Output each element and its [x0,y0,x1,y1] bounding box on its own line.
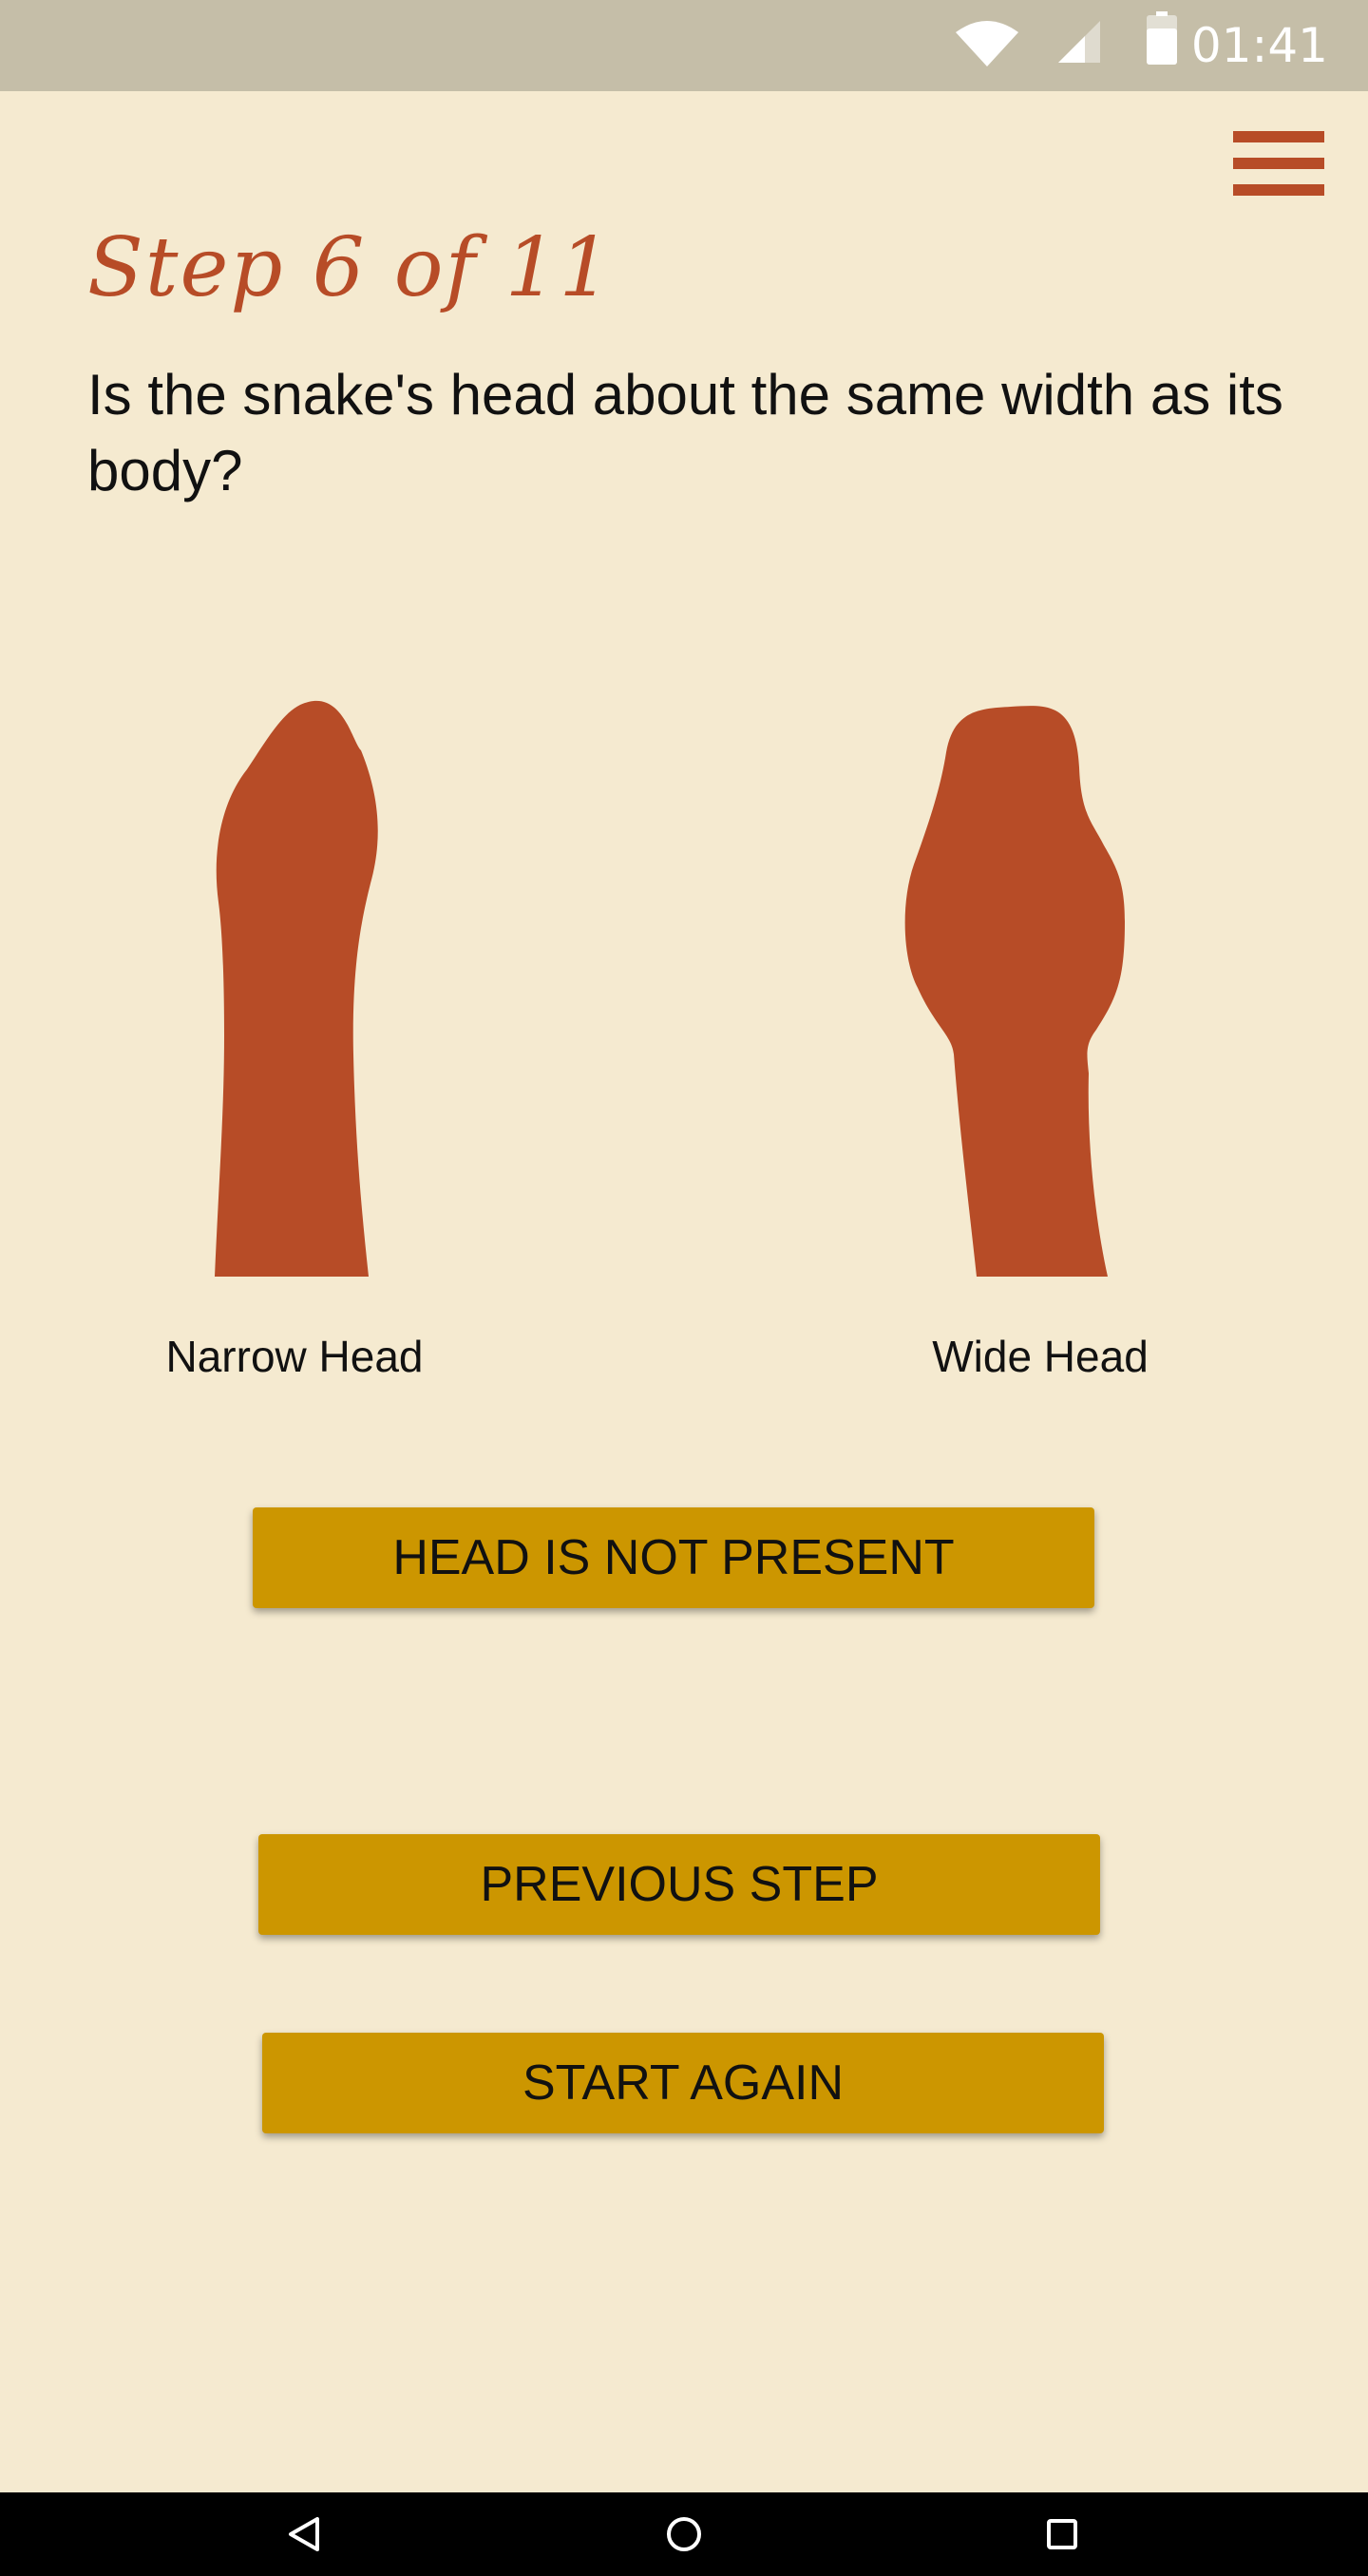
option-label: Wide Head [932,1332,1149,1381]
menu-line [1233,184,1324,196]
option-label: Narrow Head [165,1332,424,1381]
cell-signal-icon [1058,21,1100,63]
narrow-head-icon [215,700,378,1277]
menu-line [1233,158,1324,169]
question-text: Is the snake's head about the same width… [87,363,1283,502]
start-again-button[interactable]: START AGAIN [262,2033,1104,2133]
battery-icon [1147,11,1177,65]
option-wide-head[interactable]: Wide Head [893,693,1188,1387]
step-title: Step 6 of 11 [87,220,614,315]
recents-icon[interactable] [1041,2513,1083,2555]
back-icon[interactable] [283,2513,325,2555]
wifi-icon [956,21,1018,66]
system-nav-bar [0,2492,1368,2576]
status-bar: 01:41 [0,0,1368,91]
hamburger-menu-icon[interactable] [1229,127,1328,199]
home-icon[interactable] [663,2513,705,2555]
status-time: 01:41 [1190,18,1328,73]
menu-line [1233,131,1324,142]
previous-step-button[interactable]: PREVIOUS STEP [258,1834,1100,1935]
option-narrow-head[interactable]: Narrow Head [133,693,456,1387]
wide-head-icon [904,706,1125,1277]
head-not-present-button[interactable]: HEAD IS NOT PRESENT [253,1507,1094,1608]
